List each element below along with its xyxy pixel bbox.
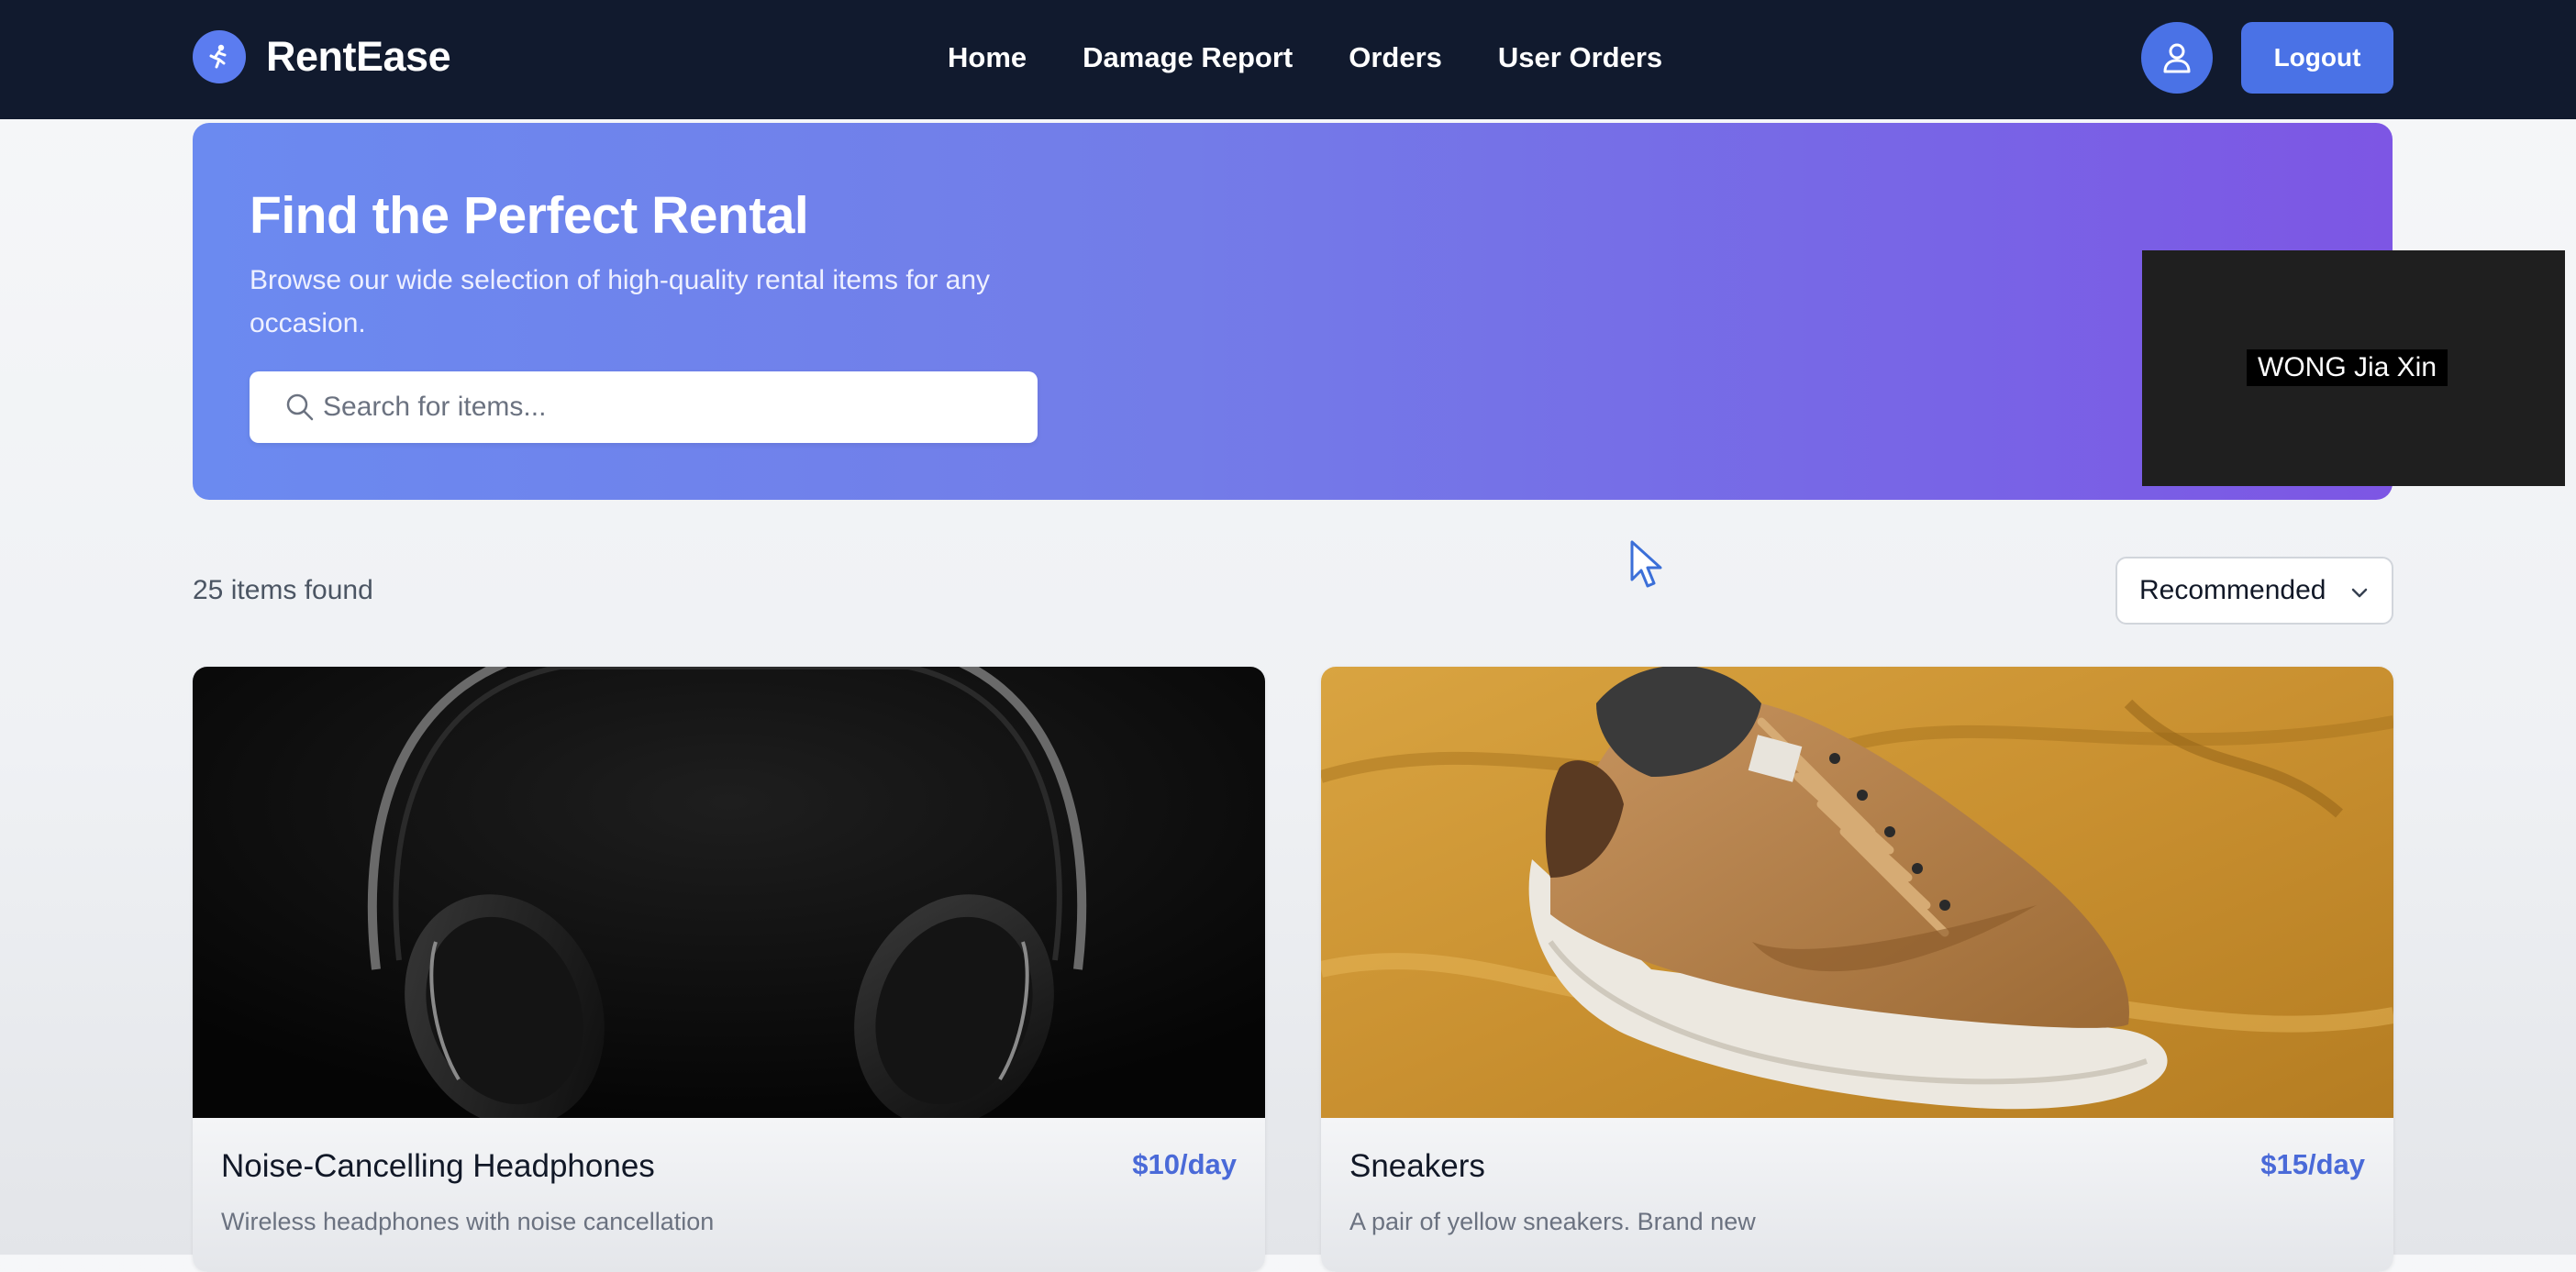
hero-banner: Find the Perfect Rental Browse our wide … xyxy=(193,123,2393,500)
search-icon xyxy=(286,393,314,421)
logo-icon xyxy=(193,30,246,83)
top-navbar: RentEase Home Damage Report Orders User … xyxy=(0,0,2576,119)
logout-button[interactable]: Logout xyxy=(2241,22,2393,94)
nav-link-home[interactable]: Home xyxy=(948,41,1027,74)
profile-button[interactable] xyxy=(2141,22,2213,94)
items-count: 25 items found xyxy=(193,575,373,605)
brand[interactable]: RentEase xyxy=(193,28,451,85)
hero-subtitle: Browse our wide selection of high-qualit… xyxy=(250,265,991,338)
participant-name: WONG Jia Xin xyxy=(2247,349,2448,386)
search-box[interactable] xyxy=(250,371,1038,443)
brand-name: RentEase xyxy=(266,33,451,80)
chevron-down-icon xyxy=(2351,588,2368,598)
nav-links: Home Damage Report Orders User Orders xyxy=(948,37,1718,79)
item-card[interactable]: Noise-Cancelling Headphones $10/day Wire… xyxy=(193,667,1265,1272)
search-input[interactable] xyxy=(323,392,1020,423)
item-description: Wireless headphones with noise cancellat… xyxy=(221,1208,715,1235)
user-icon xyxy=(2163,43,2191,73)
sort-selected-value: Recommended xyxy=(2139,575,2326,605)
video-call-tile: WONG Jia Xin xyxy=(2142,250,2565,486)
hero-title: Find the Perfect Rental xyxy=(250,186,809,245)
item-name[interactable]: Noise-Cancelling Headphones xyxy=(221,1148,655,1185)
item-price: $15/day xyxy=(2260,1148,2365,1180)
nav-link-damage-report[interactable]: Damage Report xyxy=(1083,41,1293,74)
sort-dropdown[interactable]: Recommended xyxy=(2115,557,2393,625)
item-card[interactable]: Sneakers $15/day A pair of yellow sneake… xyxy=(1321,667,2393,1272)
mouse-pointer-icon xyxy=(1630,540,1662,588)
item-price: $10/day xyxy=(1132,1148,1237,1180)
item-name[interactable]: Sneakers xyxy=(1349,1148,1485,1185)
nav-link-user-orders[interactable]: User Orders xyxy=(1498,41,1662,74)
nav-link-orders[interactable]: Orders xyxy=(1349,41,1442,74)
item-description: A pair of yellow sneakers. Brand new xyxy=(1349,1208,1756,1235)
